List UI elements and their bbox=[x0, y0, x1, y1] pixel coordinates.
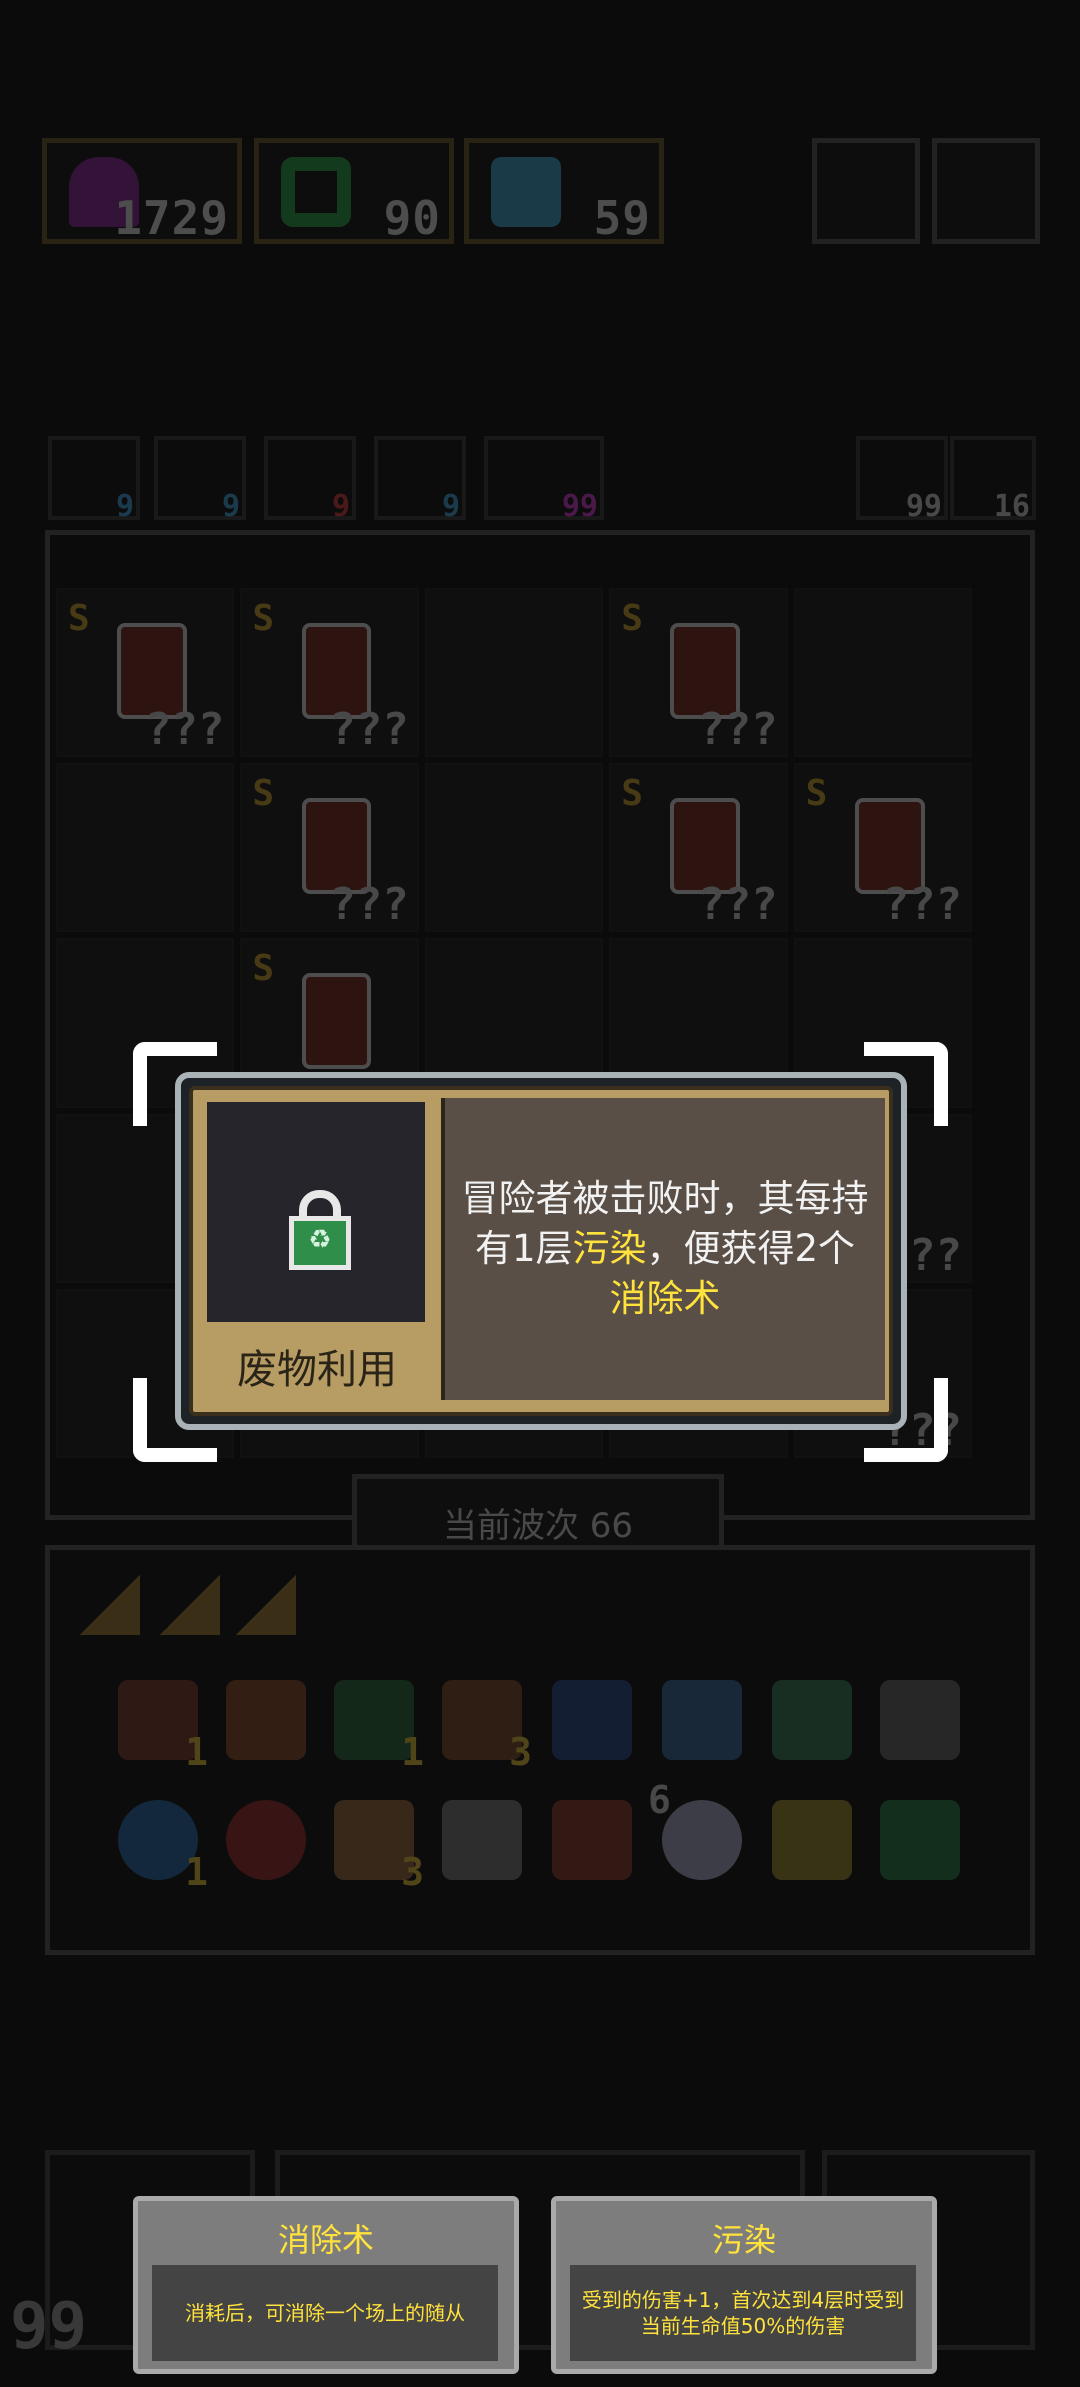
menu-button[interactable] bbox=[812, 138, 920, 244]
tooltip-elimination-desc: 消耗后，可消除一个场上的随从 bbox=[152, 2265, 498, 2361]
board-cell[interactable]: S??? bbox=[609, 588, 788, 758]
keyword-pollution[interactable]: 污染 bbox=[573, 1227, 647, 1270]
board-cell[interactable] bbox=[424, 763, 604, 933]
tooltip-elimination: 消除术 消耗后，可消除一个场上的随从 bbox=[133, 2196, 519, 2374]
relic-name: 废物利用 bbox=[237, 1347, 397, 1393]
bolt-counter-value: 16 bbox=[993, 489, 1030, 524]
relic-detail-card[interactable]: ♻ 废物利用 冒险者被击败时，其每持有1层污染，便获得2个消除术 bbox=[175, 1072, 907, 1430]
tooltip-elimination-title: 消除术 bbox=[277, 2221, 374, 2259]
rank-label: S bbox=[252, 598, 275, 639]
status-target[interactable]: 9 bbox=[48, 436, 140, 524]
inventory-item-network[interactable] bbox=[772, 1680, 852, 1760]
rank-label: S bbox=[621, 773, 643, 815]
inventory-item-armor[interactable] bbox=[226, 1680, 306, 1760]
unknown-hp: ??? bbox=[698, 704, 778, 756]
adventurer-sprite bbox=[301, 973, 372, 1070]
status-lightning[interactable]: 9 bbox=[154, 436, 246, 524]
unknown-hp: ??? bbox=[698, 879, 778, 931]
inventory-item-flask[interactable] bbox=[662, 1680, 742, 1760]
status-gear[interactable]: 9 bbox=[264, 436, 356, 524]
relic-description-box: 冒险者被击败时，其每持有1层污染，便获得2个消除术 bbox=[441, 1098, 885, 1400]
settings-button[interactable] bbox=[932, 138, 1040, 244]
inventory-item-book[interactable]: 3 bbox=[442, 1680, 532, 1774]
board-cell[interactable] bbox=[793, 588, 972, 758]
inventory-item-drop[interactable]: 1 bbox=[118, 1800, 208, 1894]
unknown-hp: ??? bbox=[329, 879, 409, 931]
desc-part-2: ，便获得2个 bbox=[646, 1227, 856, 1270]
refresh-counter-value: 99 bbox=[905, 489, 942, 524]
inventory-item-chain[interactable] bbox=[880, 1680, 960, 1760]
board-cell[interactable]: S??? bbox=[240, 588, 419, 758]
status-magnet-value: 99 bbox=[561, 489, 598, 524]
item-count: 1 bbox=[185, 1730, 208, 1774]
triangle-slot-icon[interactable] bbox=[160, 1575, 220, 1635]
item-count: 6 bbox=[648, 1778, 671, 1822]
inventory-item-beaker[interactable] bbox=[772, 1800, 852, 1880]
currency-heroes[interactable]: 59 bbox=[464, 138, 664, 245]
currency-gems-value: 1729 bbox=[114, 191, 229, 245]
tooltip-pollution-desc: 受到的伤害+1，首次达到4层时受到当前生命值50%的伤害 bbox=[570, 2265, 916, 2361]
item-count: 3 bbox=[401, 1850, 424, 1894]
board-cell[interactable]: S??? bbox=[609, 763, 788, 933]
board-cell[interactable] bbox=[56, 763, 235, 933]
item-count: 1 bbox=[185, 1850, 208, 1894]
refresh-counter[interactable]: 99 bbox=[856, 436, 948, 524]
relic-icon-box: ♻ bbox=[207, 1102, 425, 1322]
board-cell[interactable]: S??? bbox=[56, 588, 235, 758]
inventory-item-flower[interactable] bbox=[226, 1800, 306, 1880]
status-lightning-value: 9 bbox=[221, 489, 240, 524]
status-eye[interactable]: 9 bbox=[374, 436, 466, 524]
triangle-slot-icon[interactable] bbox=[80, 1575, 140, 1635]
triangle-slot-icon[interactable] bbox=[236, 1575, 296, 1635]
rank-label: S bbox=[252, 948, 275, 990]
rank-label: S bbox=[805, 773, 828, 815]
inventory-item-star[interactable]: 6 bbox=[648, 1778, 742, 1880]
recycle-lock-icon: ♻ bbox=[289, 1190, 351, 1270]
item-count: 1 bbox=[401, 1730, 424, 1774]
inventory-item-scroll[interactable] bbox=[552, 1680, 632, 1760]
inventory-item-crown[interactable] bbox=[552, 1800, 632, 1880]
currency-tokens-value: 90 bbox=[383, 191, 441, 245]
rank-label: S bbox=[252, 773, 275, 815]
green-token-icon bbox=[281, 157, 351, 227]
currency-tokens[interactable]: 90 bbox=[254, 138, 454, 245]
inventory-item-figure[interactable]: 3 bbox=[334, 1800, 424, 1894]
bolt-counter[interactable]: 16 bbox=[950, 436, 1036, 524]
status-eye-value: 9 bbox=[441, 489, 460, 524]
status-magnet[interactable]: 99 bbox=[484, 436, 604, 524]
currency-heroes-value: 59 bbox=[593, 191, 651, 245]
rank-label: S bbox=[621, 598, 643, 639]
inventory-item-potion-pack[interactable]: 1 bbox=[334, 1680, 424, 1774]
item-count: 3 bbox=[509, 1730, 532, 1774]
hero-portrait-icon bbox=[491, 157, 561, 227]
unknown-hp: ??? bbox=[144, 704, 225, 756]
board-cell[interactable]: S??? bbox=[793, 763, 972, 933]
board-cell[interactable]: S??? bbox=[240, 763, 419, 933]
status-target-value: 9 bbox=[115, 489, 134, 524]
board-cell[interactable] bbox=[424, 588, 604, 758]
rank-label: S bbox=[68, 598, 90, 639]
currency-gems[interactable]: 1729 bbox=[42, 138, 242, 245]
tooltip-pollution: 污染 受到的伤害+1，首次达到4层时受到当前生命值50%的伤害 bbox=[551, 2196, 937, 2374]
relic-card-frame: ♻ 废物利用 冒险者被击败时，其每持有1层污染，便获得2个消除术 bbox=[189, 1086, 893, 1416]
inventory-item-eye[interactable] bbox=[442, 1800, 522, 1880]
status-gear-value: 9 bbox=[331, 489, 350, 524]
recycle-symbol-icon: ♻ bbox=[308, 1225, 332, 1255]
inventory-item-drum[interactable]: 1 bbox=[118, 1680, 208, 1774]
lock-body: ♻ bbox=[289, 1216, 351, 1270]
unknown-hp: ??? bbox=[329, 704, 409, 756]
keyword-elimination[interactable]: 消除术 bbox=[610, 1277, 721, 1320]
unknown-hp: ??? bbox=[882, 879, 962, 931]
inventory-item-recycle-lock[interactable] bbox=[880, 1800, 960, 1880]
tooltip-pollution-title: 污染 bbox=[711, 2221, 776, 2259]
corner-counter: 99 bbox=[10, 2290, 88, 2364]
relic-description: 冒险者被击败时，其每持有1层污染，便获得2个消除术 bbox=[459, 1174, 871, 1324]
